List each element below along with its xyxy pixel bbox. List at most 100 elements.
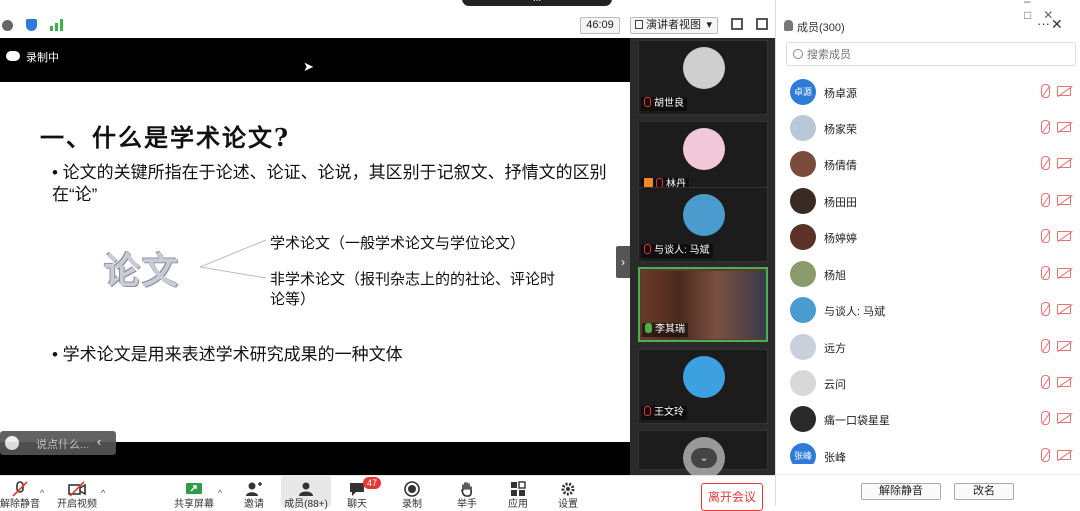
chevron-up-icon[interactable]: ^ [101,488,105,498]
apps-button[interactable]: 应用 [504,476,532,510]
mic-muted-icon[interactable] [1041,84,1050,98]
video-off-icon[interactable] [1057,377,1071,387]
mic-muted-icon[interactable] [1041,375,1050,389]
members-label: 成员(88+) [284,499,328,510]
mic-muted-icon[interactable] [1041,229,1050,243]
member-row[interactable]: 卓源 杨卓源 [776,74,1080,110]
member-search[interactable] [786,42,1076,66]
avatar [683,356,725,398]
member-row[interactable]: 杨家荣 [776,110,1080,146]
avatar: 张峰 [790,443,816,464]
quick-chat-placeholder[interactable]: 说点什么... [36,436,89,452]
video-off-icon[interactable] [1057,268,1071,278]
branch-academic: 学术论文（一般学术论文与学位论文） [270,235,526,252]
invite-button[interactable]: 邀请 [238,476,270,510]
search-input[interactable] [807,46,1067,63]
panel-title: 成员(300) [797,22,845,34]
record-label: 录制 [402,499,422,510]
avatar [683,47,725,89]
share-screen-button[interactable]: 共享屏幕 [172,476,216,510]
shield-icon[interactable] [26,19,37,31]
chevron-left-icon[interactable]: ‹ [97,434,101,449]
video-tile-name: 李其瑞 [642,323,688,337]
avatar [790,297,816,323]
member-row[interactable]: 云问 [776,365,1080,401]
video-off-icon[interactable] [1057,231,1071,241]
avatar [790,224,816,250]
member-row[interactable]: 杨倩倩 [776,146,1080,182]
video-tile[interactable]: 与谈人: 马斌 [638,187,768,262]
fullscreen-icon[interactable] [731,18,743,30]
raise-hand-button[interactable]: 举手 [453,476,481,510]
mic-muted-icon[interactable] [1041,339,1050,353]
chevron-up-icon[interactable]: ^ [218,488,222,498]
user-icon [299,482,313,496]
branch-non-academic: 非学术论文（报刊杂志上的的社论、评论时论等） [270,271,556,308]
member-row[interactable]: 远方 [776,329,1080,365]
member-row[interactable]: 与谈人: 马斌 [776,292,1080,328]
slide-bullet: • 论文的关键所指在于论述、论证、论说，其区别于记叙文、抒情文的区别在“论” [52,163,607,204]
info-icon[interactable] [2,20,13,31]
member-name: 痛一口袋星星 [824,415,890,427]
member-name: 杨倩倩 [824,160,857,172]
apps-label: 应用 [508,499,528,510]
member-row[interactable]: 张峰 张峰 [776,438,1080,464]
video-off-icon[interactable] [1057,122,1071,132]
mic-muted-icon[interactable] [1041,120,1050,134]
search-icon [793,49,803,59]
mic-muted-icon[interactable] [1041,193,1050,207]
member-row[interactable]: 杨旭 [776,256,1080,292]
mic-muted-icon[interactable] [1041,448,1050,462]
scroll-down-icon[interactable]: ⌄ [691,448,717,468]
start-video-button[interactable]: 开启视频 [56,476,98,510]
member-row[interactable]: 痛一口袋星星 [776,401,1080,437]
video-tile-active-speaker[interactable]: 李其瑞 [638,267,768,342]
smile-icon[interactable] [5,436,19,450]
user-icon [644,178,653,187]
signal-icon[interactable] [50,19,64,33]
video-off-icon[interactable] [1057,86,1071,96]
view-mode-select[interactable]: 演讲者视图 ▾ [630,17,718,34]
rename-button[interactable]: 改名 [954,483,1014,500]
leave-meeting-button[interactable]: 离开会议 [701,483,763,511]
chevron-right-icon[interactable]: › [616,246,630,278]
avatar [790,334,816,360]
chevron-up-icon[interactable]: ^ [40,488,44,498]
video-tile[interactable]: 林丹 [638,121,768,196]
chevron-down-icon: ▾ [706,19,712,31]
more-icon[interactable]: ··· [1037,16,1050,31]
member-row[interactable]: 杨婷婷 [776,219,1080,255]
avatar [790,261,816,287]
slide-bullet: • 学术论文是用来表述学术研究成果的一种文体 [52,345,403,364]
record-button[interactable]: 录制 [398,476,426,510]
mic-muted-icon[interactable] [1041,266,1050,280]
chat-button[interactable]: 聊天 47 [343,476,381,510]
video-off-icon[interactable] [1057,158,1071,168]
mic-active-icon [645,323,652,333]
video-tile[interactable]: 王文玲 [638,349,768,424]
presentation-slide: 一、什么是学术论文? • 论文的关键所指在于论述、论证、论说，其区别于记叙文、抒… [0,82,630,455]
member-row[interactable]: 杨田田 [776,183,1080,219]
raise-hand-label: 举手 [457,499,477,510]
meeting-toolbar: 解除静音 ^ 开启视频 ^ 共享屏幕 ^ 邀请 成员(88+) 聊天 47 录制… [0,475,775,511]
mic-muted-icon[interactable] [1041,302,1050,316]
settings-button[interactable]: 设置 [554,476,582,510]
video-off-icon[interactable] [1057,304,1071,314]
unmute-button[interactable]: 解除静音 [0,476,40,510]
mic-muted-icon[interactable] [1041,411,1050,425]
video-tile[interactable]: 胡世良 [638,40,768,115]
unmute-all-button[interactable]: 解除静音 [861,483,941,500]
speaker-banner: ... [462,0,612,6]
video-off-icon[interactable] [1057,413,1071,423]
mic-muted-icon[interactable] [1041,156,1050,170]
unmute-label: 解除静音 [0,499,40,510]
settings-label: 设置 [558,499,578,510]
video-off-icon[interactable] [1057,341,1071,351]
video-off-icon[interactable] [1057,195,1071,205]
video-off-icon[interactable] [1057,450,1071,460]
side-panel-icon[interactable] [756,18,768,30]
cloud-record-icon [6,51,20,61]
quick-chat-bubble[interactable]: 说点什么... ‹ [0,431,116,455]
members-button[interactable]: 成员(88+) [281,476,331,510]
close-icon[interactable]: ✕ [1051,16,1063,33]
